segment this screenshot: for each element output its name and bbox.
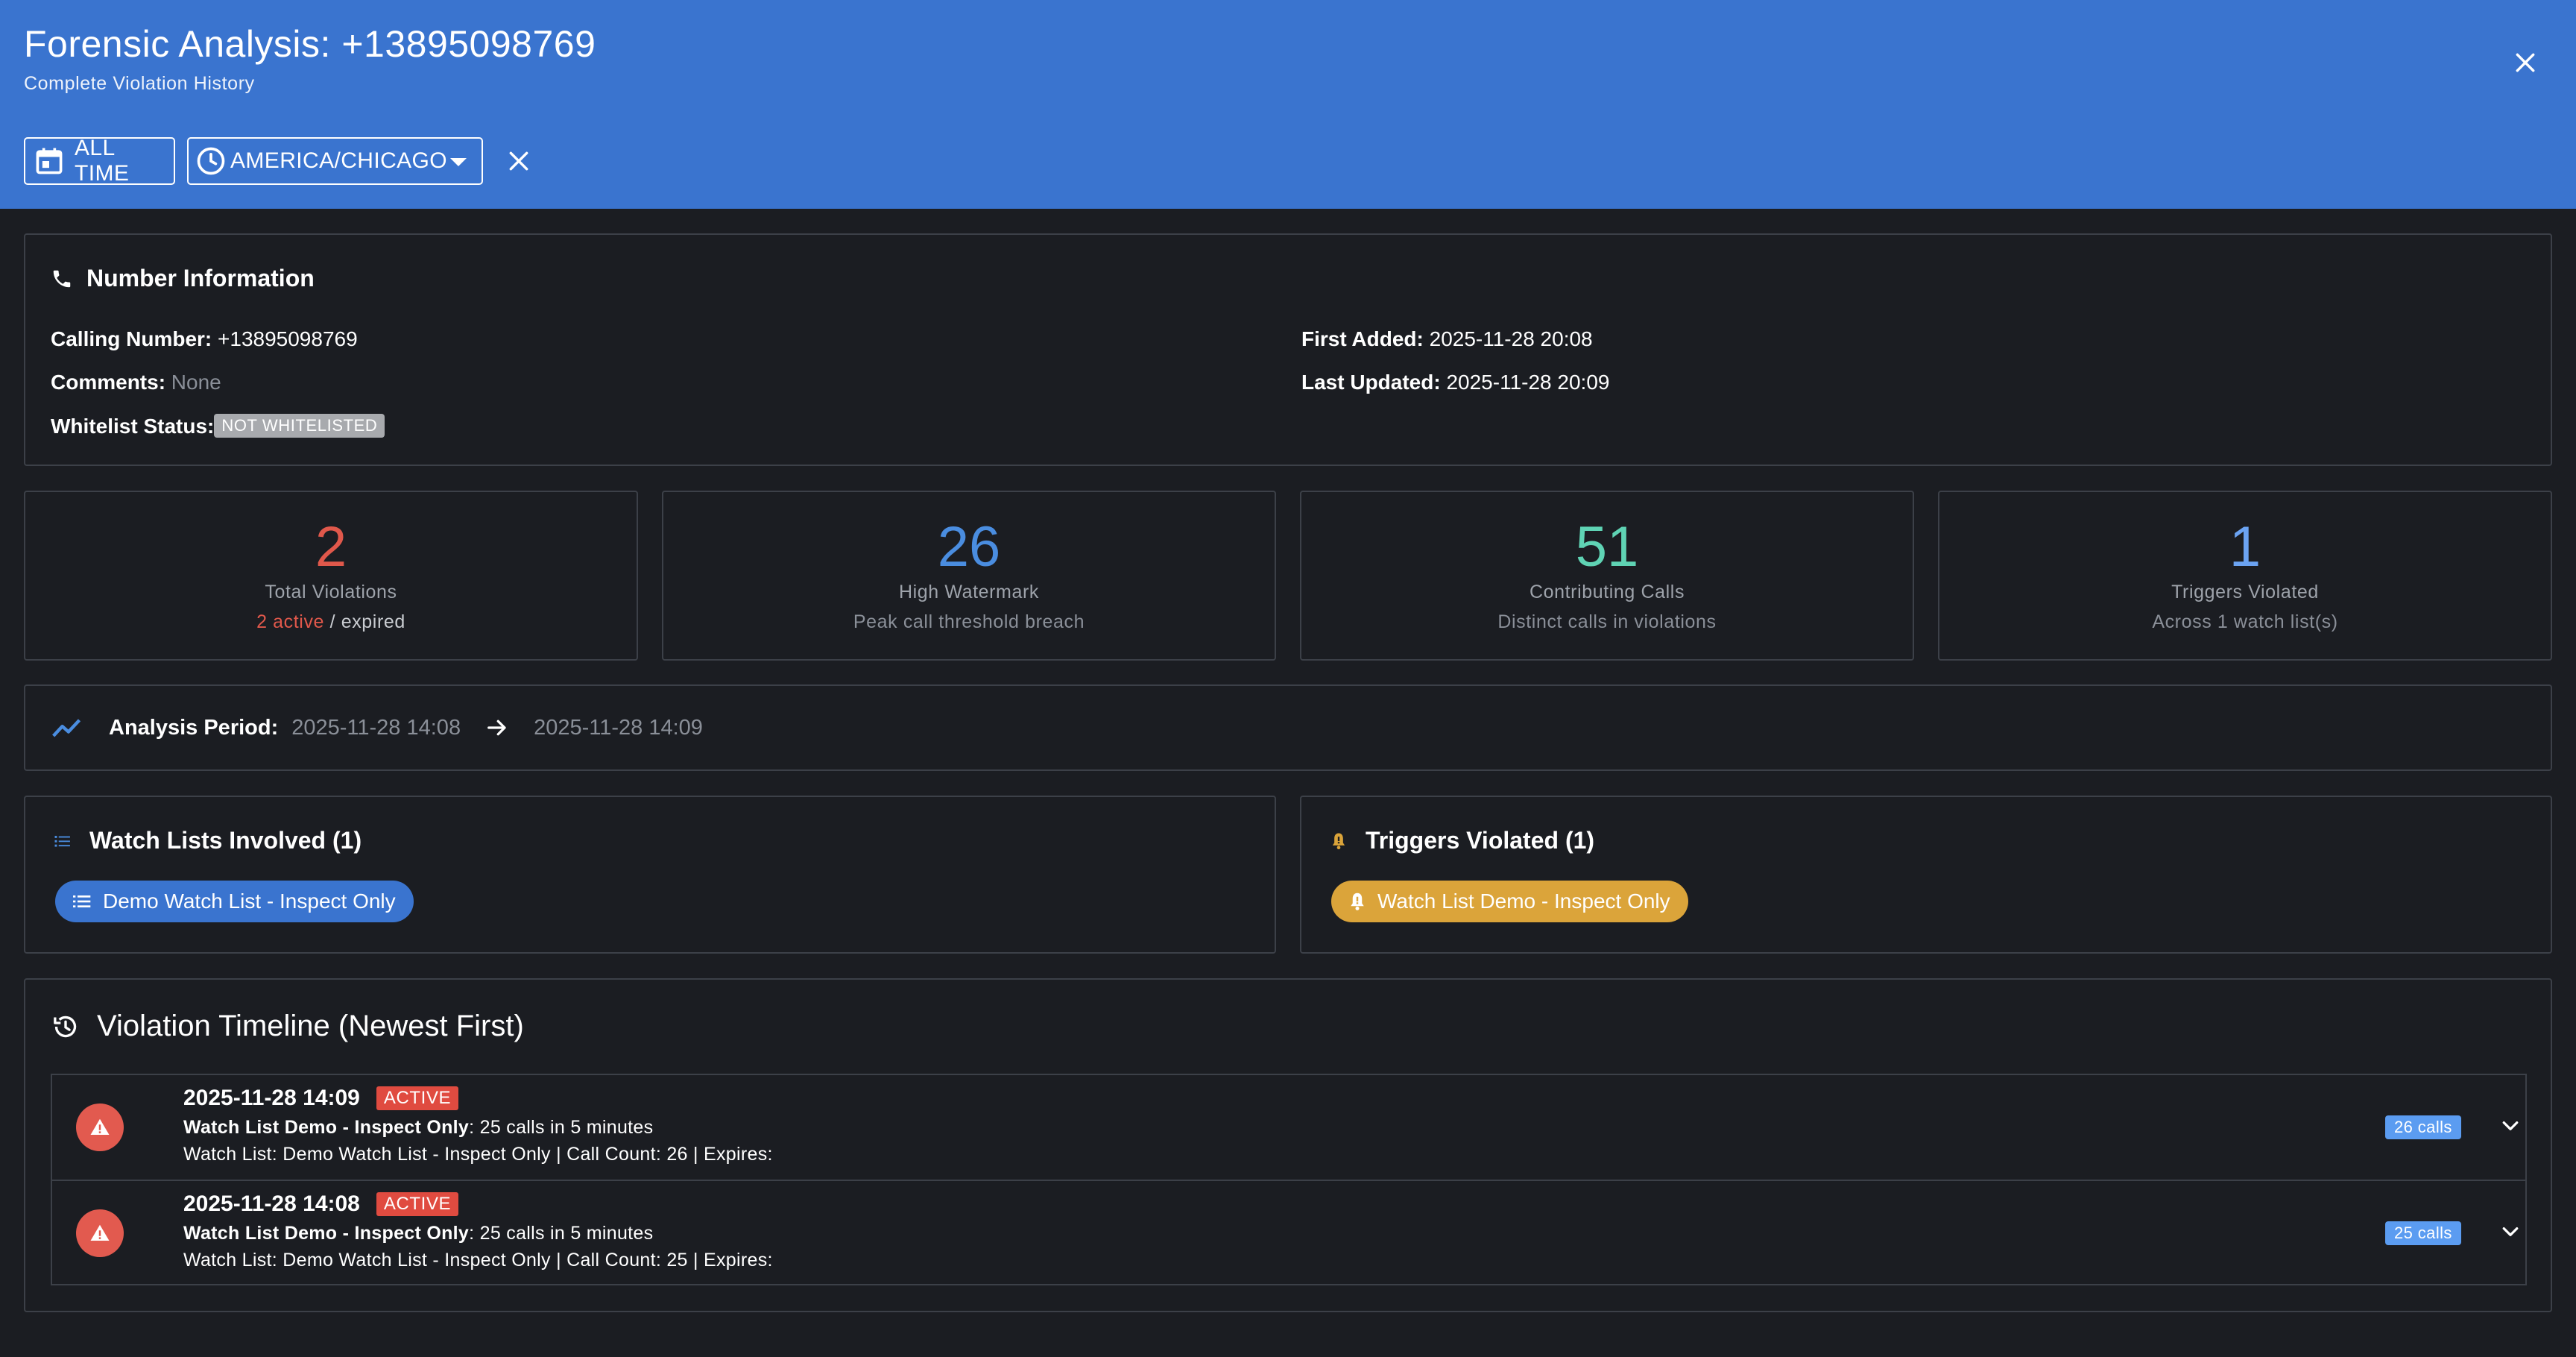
entry-rule-text: : 25 calls in 5 minutes	[469, 1117, 654, 1138]
status-badge: ACTIVE	[376, 1192, 459, 1216]
watch-lists-panel: Watch Lists Involved (1) Demo Watch List…	[24, 796, 1276, 954]
entry-rule: Watch List Demo - Inspect Only: 25 calls…	[183, 1117, 653, 1139]
status-badge: ACTIVE	[376, 1086, 459, 1110]
entry-detail: Watch List: Demo Watch List - Inspect On…	[183, 1144, 773, 1165]
stat-sub: Distinct calls in violations	[1497, 611, 1717, 632]
triggers-title: Triggers Violated (1)	[1366, 827, 1595, 854]
arrow-right-icon	[486, 717, 508, 739]
stat-value: 2	[315, 515, 347, 579]
timezone-select[interactable]: AMERICA/CHICAGO	[187, 137, 483, 185]
page-subtitle: Complete Violation History	[24, 73, 255, 94]
number-info-title: Number Information	[86, 265, 315, 292]
warning-icon	[76, 1103, 124, 1151]
stat-sub: Across 1 watch list(s)	[2152, 611, 2338, 632]
whitelist-status-badge: NOT WHITELISTED	[214, 414, 385, 438]
stat-label: Triggers Violated	[2171, 582, 2319, 602]
stat-value: 26	[937, 515, 1001, 579]
stat-sub: Peak call threshold breach	[853, 611, 1085, 632]
timeline-title: Violation Timeline (Newest First)	[97, 1010, 524, 1042]
first-added-value: 2025-11-28 20:08	[1429, 327, 1593, 350]
clear-filters-button[interactable]	[499, 142, 538, 180]
watch-list-chip-label: Demo Watch List - Inspect Only	[103, 890, 396, 913]
last-updated-label: Last Updated:	[1301, 371, 1441, 394]
clock-icon	[195, 145, 227, 177]
page-title: Forensic Analysis: +13895098769	[24, 23, 596, 65]
phone-icon	[51, 268, 73, 290]
trigger-chip-label: Watch List Demo - Inspect Only	[1377, 890, 1670, 913]
last-updated-row: Last Updated: 2025-11-28 20:09	[1301, 371, 1609, 394]
entry-trigger: Watch List Demo - Inspect Only	[183, 1223, 470, 1244]
analysis-period-panel: Analysis Period: 2025-11-28 14:08 2025-1…	[24, 684, 2552, 771]
stat-value: 51	[1575, 515, 1639, 579]
stat-card-triggers-violated: 1 Triggers Violated Across 1 watch list(…	[1938, 491, 2552, 661]
entry-rule-text: : 25 calls in 5 minutes	[469, 1223, 654, 1244]
comments-value: None	[171, 371, 221, 394]
expired-count: expired	[341, 611, 405, 632]
stat-sub: 2 active / expired	[25, 611, 637, 633]
warning-icon	[76, 1209, 124, 1257]
chevron-down-icon	[2499, 1221, 2522, 1243]
calls-count-badge: 26 calls	[2385, 1115, 2461, 1139]
dropdown-caret-icon	[450, 158, 467, 166]
calling-number-value: +13895098769	[218, 327, 358, 350]
entry-rule: Watch List Demo - Inspect Only: 25 calls…	[183, 1223, 653, 1244]
timeline-entry[interactable]: 2025-11-28 14:09 ACTIVE Watch List Demo …	[52, 1075, 2525, 1180]
first-added-row: First Added: 2025-11-28 20:08	[1301, 327, 1593, 351]
stat-card-total-violations: 2 Total Violations 2 active / expired	[24, 491, 638, 661]
first-added-label: First Added:	[1301, 327, 1424, 350]
entry-header: 2025-11-28 14:09 ACTIVE	[183, 1086, 459, 1111]
period-end: 2025-11-28 14:09	[534, 715, 703, 740]
entry-detail: Watch List: Demo Watch List - Inspect On…	[183, 1250, 773, 1271]
bell-alert-icon	[1346, 890, 1368, 913]
separator: /	[324, 611, 341, 632]
whitelist-row: Whitelist Status: NOT WHITELISTED	[51, 414, 385, 438]
analysis-period-label: Analysis Period:	[109, 715, 279, 740]
entry-time: 2025-11-28 14:09	[183, 1086, 360, 1110]
whitelist-label: Whitelist Status:	[51, 415, 215, 438]
calling-number-label: Calling Number:	[51, 327, 212, 350]
calendar-icon	[33, 145, 66, 177]
last-updated-value: 2025-11-28 20:09	[1446, 371, 1610, 394]
expand-button[interactable]	[2496, 1217, 2525, 1247]
close-button[interactable]	[2504, 42, 2546, 84]
expand-button[interactable]	[2496, 1111, 2525, 1141]
number-information-panel: Number Information Calling Number: +1389…	[24, 233, 2552, 466]
entry-header: 2025-11-28 14:08 ACTIVE	[183, 1191, 459, 1217]
watch-list-chip[interactable]: Demo Watch List - Inspect Only	[55, 881, 414, 922]
active-count: 2 active	[256, 611, 325, 632]
stat-card-high-watermark: 26 High Watermark Peak call threshold br…	[662, 491, 1276, 661]
chevron-down-icon	[2499, 1115, 2522, 1137]
violation-timeline-panel: Violation Timeline (Newest First) 2025-1…	[24, 978, 2552, 1312]
stat-label: Total Violations	[265, 582, 397, 602]
list-icon	[70, 890, 94, 913]
stat-label: Contributing Calls	[1529, 582, 1685, 602]
calls-count-badge: 25 calls	[2385, 1221, 2461, 1245]
trending-up-icon	[51, 711, 83, 744]
comments-row: Comments: None	[51, 371, 221, 394]
entry-time: 2025-11-28 14:08	[183, 1191, 360, 1216]
dialog-header: Forensic Analysis: +13895098769 Complete…	[0, 0, 2576, 209]
stat-value: 1	[2229, 515, 2261, 579]
timezone-label: AMERICA/CHICAGO	[230, 148, 448, 173]
date-range-button[interactable]: ALL TIME	[24, 136, 175, 186]
stat-label: High Watermark	[898, 582, 1040, 602]
calling-number-row: Calling Number: +13895098769	[51, 327, 358, 351]
history-icon	[51, 1012, 80, 1042]
watch-lists-title: Watch Lists Involved (1)	[89, 827, 362, 854]
date-range-label: ALL TIME	[75, 136, 130, 186]
timeline-list: 2025-11-28 14:09 ACTIVE Watch List Demo …	[51, 1074, 2527, 1285]
period-start: 2025-11-28 14:08	[291, 715, 461, 740]
list-icon	[52, 831, 73, 851]
trigger-chip[interactable]: Watch List Demo - Inspect Only	[1331, 881, 1688, 922]
entry-trigger: Watch List Demo - Inspect Only	[183, 1117, 470, 1138]
stat-card-contributing-calls: 51 Contributing Calls Distinct calls in …	[1300, 491, 1914, 661]
bell-alert-icon	[1328, 831, 1349, 851]
timeline-entry[interactable]: 2025-11-28 14:08 ACTIVE Watch List Demo …	[52, 1180, 2525, 1284]
clear-icon	[507, 149, 531, 173]
close-icon	[2513, 51, 2537, 75]
triggers-panel: Triggers Violated (1) Watch List Demo - …	[1300, 796, 2552, 954]
comments-label: Comments:	[51, 371, 166, 394]
